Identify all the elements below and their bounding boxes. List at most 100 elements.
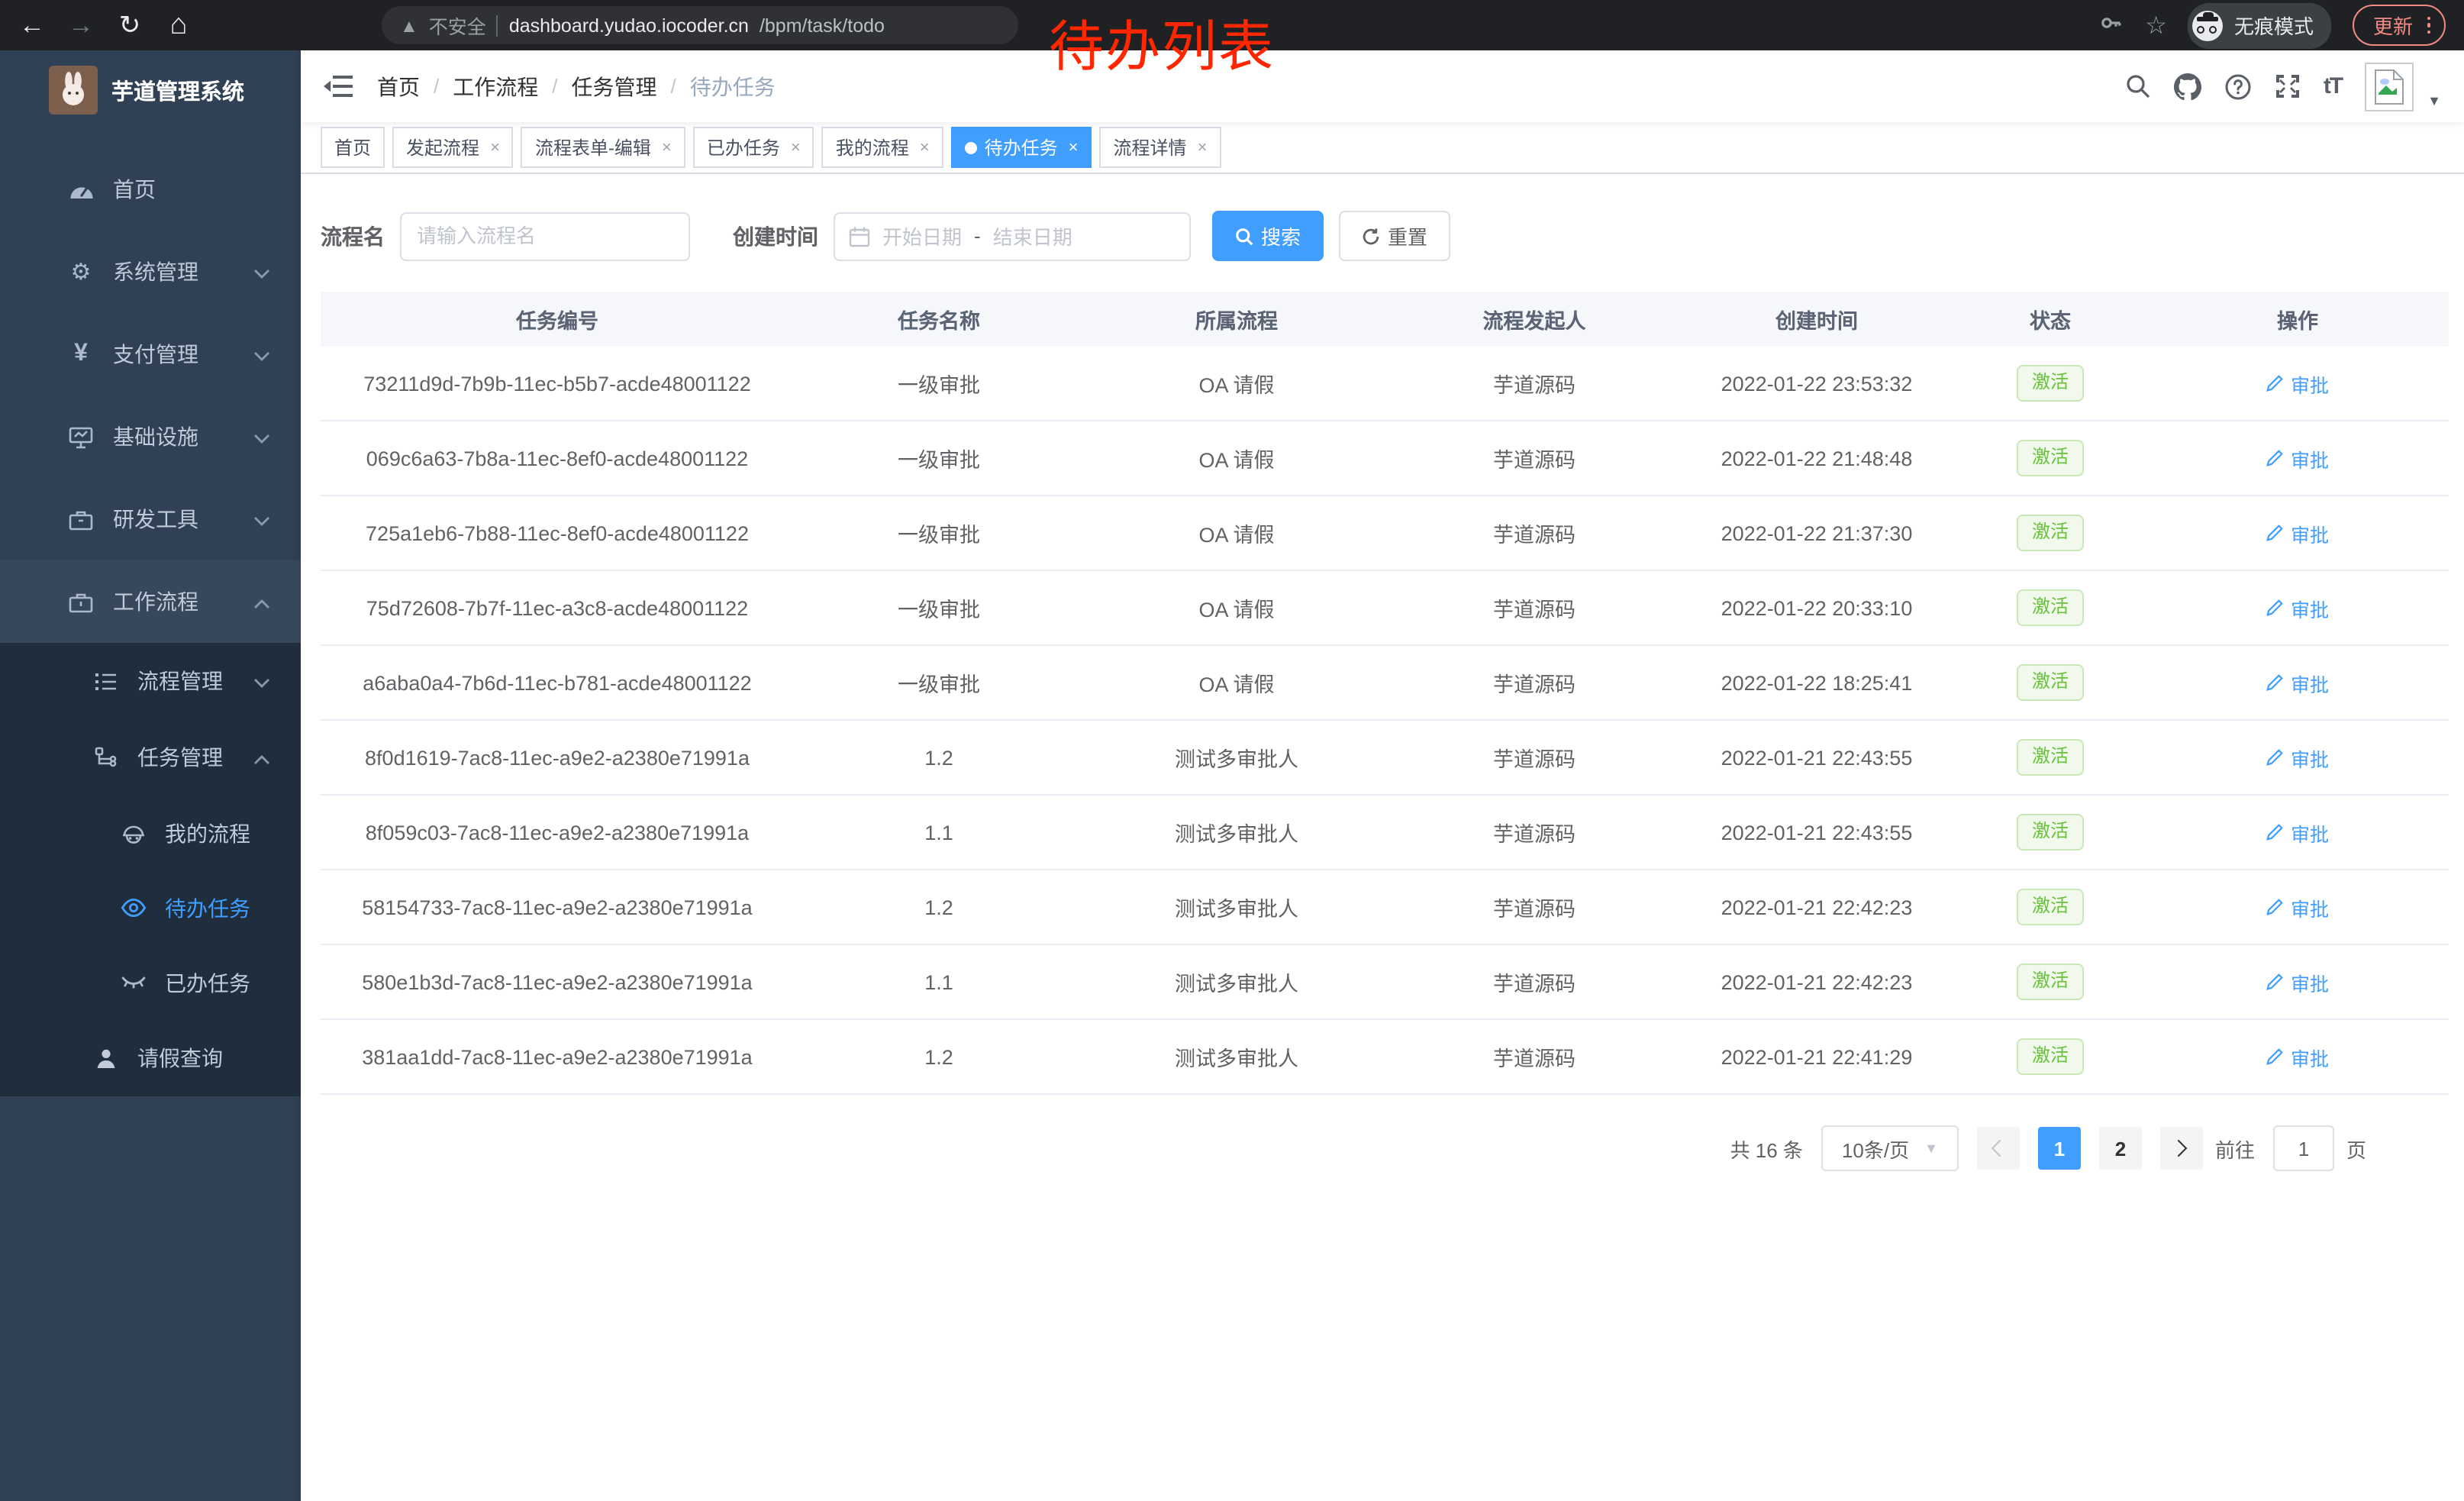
tab[interactable]: 流程表单-编辑 × xyxy=(521,127,685,168)
close-icon[interactable]: × xyxy=(490,138,500,157)
edit-pencil-icon xyxy=(2266,374,2285,392)
sidebar-item-leave-query[interactable]: 请假查询 xyxy=(0,1020,301,1096)
sidebar-item-done-tasks[interactable]: 已办任务 xyxy=(0,945,301,1020)
approve-link[interactable]: 审批 xyxy=(2266,967,2329,996)
bookmark-star-icon[interactable]: ☆ xyxy=(2145,10,2167,40)
app-logo[interactable]: 芋道管理系统 xyxy=(0,50,301,130)
password-key-icon[interactable] xyxy=(2099,11,2124,40)
start-date-placeholder: 开始日期 xyxy=(882,221,962,250)
sidebar-item-home[interactable]: 首页 xyxy=(0,148,301,231)
status-badge: 激活 xyxy=(2017,739,2084,775)
tab[interactable]: 发起流程 × xyxy=(392,127,514,168)
collapse-sidebar-icon[interactable] xyxy=(324,75,353,98)
edit-pencil-icon xyxy=(2266,1047,2285,1066)
reload-icon[interactable]: ↻ xyxy=(116,12,144,38)
breadcrumb-item-home[interactable]: 首页 xyxy=(377,71,420,102)
avatar[interactable] xyxy=(2365,62,2414,111)
approve-link[interactable]: 审批 xyxy=(2266,444,2329,473)
search-icon[interactable] xyxy=(2125,73,2151,99)
tab[interactable]: 流程详情 × xyxy=(1100,127,1221,168)
page-size-select[interactable]: 10条/页 ▼ xyxy=(1821,1125,1959,1171)
close-icon[interactable]: × xyxy=(791,138,801,157)
date-range-picker[interactable]: 开始日期 - 结束日期 xyxy=(834,211,1191,260)
url-host: dashboard.yudao.iocoder.cn xyxy=(509,15,749,36)
tab-label: 已办任务 xyxy=(707,134,780,160)
reset-button[interactable]: 重置 xyxy=(1339,211,1450,261)
tab[interactable]: 待办任务 × xyxy=(951,127,1092,168)
prev-page-button[interactable] xyxy=(1977,1127,2020,1170)
tab[interactable]: 首页 xyxy=(321,127,385,168)
sidebar-item-my-process[interactable]: 我的流程 xyxy=(0,796,301,870)
cell-task-name: 1.2 xyxy=(794,746,1084,769)
approve-link[interactable]: 审批 xyxy=(2266,743,2329,772)
help-icon[interactable] xyxy=(2224,73,2252,100)
table-row: 580e1b3d-7ac8-11ec-a9e2-a2380e71991a 1.1… xyxy=(321,945,2449,1020)
goto-page-input[interactable] xyxy=(2273,1125,2334,1171)
sidebar-item-label: 基础设施 xyxy=(113,421,198,452)
cell-process: 测试多审批人 xyxy=(1084,967,1389,997)
sidebar-item-workflow[interactable]: 工作流程 xyxy=(0,560,301,643)
close-icon[interactable]: × xyxy=(920,138,930,157)
update-label[interactable]: 更新 xyxy=(2373,11,2413,40)
sidebar-item-todo-tasks[interactable]: 待办任务 xyxy=(0,870,301,945)
approve-link[interactable]: 审批 xyxy=(2266,1042,2329,1071)
cell-actions: 审批 xyxy=(2146,967,2449,996)
next-page-button[interactable] xyxy=(2160,1127,2203,1170)
sidebar-item-payment[interactable]: ¥ 支付管理 xyxy=(0,313,301,395)
cell-initiator: 芋道源码 xyxy=(1389,592,1679,623)
back-icon[interactable]: ← xyxy=(18,12,46,38)
sidebar-item-task-mgmt[interactable]: 任务管理 xyxy=(0,719,301,796)
pagination: 共 16 条 10条/页 ▼ 1 2 前往 页 xyxy=(321,1125,2366,1171)
menu-dots-icon[interactable] xyxy=(2427,17,2430,34)
approve-link[interactable]: 审批 xyxy=(2266,818,2329,847)
search-icon xyxy=(1235,227,1253,245)
sidebar-item-infra[interactable]: 基础设施 xyxy=(0,395,301,478)
cell-task-id: 75d72608-7b7f-11ec-a3c8-acde48001122 xyxy=(321,596,794,619)
sidebar-item-process-mgmt[interactable]: 流程管理 xyxy=(0,643,301,719)
caret-down-icon[interactable]: ▼ xyxy=(2427,92,2441,108)
close-icon[interactable]: × xyxy=(662,138,672,157)
status-badge: 激活 xyxy=(2017,814,2084,850)
approve-link[interactable]: 审批 xyxy=(2266,369,2329,398)
status-badge: 激活 xyxy=(2017,889,2084,925)
fontsize-icon[interactable]: tT xyxy=(2324,73,2342,99)
chevron-down-icon: ▼ xyxy=(1924,1141,1938,1156)
update-button[interactable]: 更新 xyxy=(2353,5,2446,46)
sidebar-item-label: 任务管理 xyxy=(137,742,223,773)
forward-icon[interactable]: → xyxy=(67,12,95,38)
github-icon[interactable] xyxy=(2174,73,2201,100)
close-icon[interactable]: × xyxy=(1069,138,1079,157)
address-bar[interactable]: ▲ 不安全 dashboard.yudao.iocoder.cn/bpm/tas… xyxy=(382,6,1018,44)
search-button[interactable]: 搜索 xyxy=(1212,211,1324,261)
tab[interactable]: 已办任务 × xyxy=(693,127,814,168)
table-row: 725a1eb6-7b88-11ec-8ef0-acde48001122 一级审… xyxy=(321,496,2449,571)
fullscreen-icon[interactable] xyxy=(2275,73,2301,99)
incognito-icon xyxy=(2193,10,2224,40)
sidebar-item-label: 待办任务 xyxy=(165,893,250,923)
tab-label: 我的流程 xyxy=(836,134,909,160)
cell-task-name: 1.1 xyxy=(794,821,1084,844)
approve-link[interactable]: 审批 xyxy=(2266,518,2329,547)
cell-created: 2022-01-22 18:25:41 xyxy=(1679,671,1954,694)
tab[interactable]: 我的流程 × xyxy=(822,127,943,168)
refresh-icon xyxy=(1362,227,1380,245)
close-icon[interactable]: × xyxy=(1198,138,1208,157)
page-button-2[interactable]: 2 xyxy=(2099,1127,2142,1170)
approve-link[interactable]: 审批 xyxy=(2266,893,2329,922)
breadcrumb-item-task-mgmt[interactable]: 任务管理 xyxy=(572,71,657,102)
approve-link[interactable]: 审批 xyxy=(2266,593,2329,622)
security-label[interactable]: 不安全 xyxy=(429,11,486,40)
breadcrumb-item-workflow[interactable]: 工作流程 xyxy=(453,71,538,102)
total-count: 共 16 条 xyxy=(1730,1134,1803,1163)
table-row: 75d72608-7b7f-11ec-a3c8-acde48001122 一级审… xyxy=(321,571,2449,646)
process-name-input[interactable] xyxy=(400,211,690,260)
breadcrumb-separator: / xyxy=(671,75,676,98)
approve-link[interactable]: 审批 xyxy=(2266,668,2329,697)
home-icon[interactable]: ⌂ xyxy=(165,11,192,40)
cell-task-name: 1.2 xyxy=(794,896,1084,918)
tab-label: 流程详情 xyxy=(1114,134,1187,160)
sidebar-item-system[interactable]: ⚙ 系统管理 xyxy=(0,231,301,313)
sidebar-item-devtools[interactable]: 研发工具 xyxy=(0,478,301,560)
cell-actions: 审批 xyxy=(2146,518,2449,547)
page-button-1[interactable]: 1 xyxy=(2038,1127,2081,1170)
